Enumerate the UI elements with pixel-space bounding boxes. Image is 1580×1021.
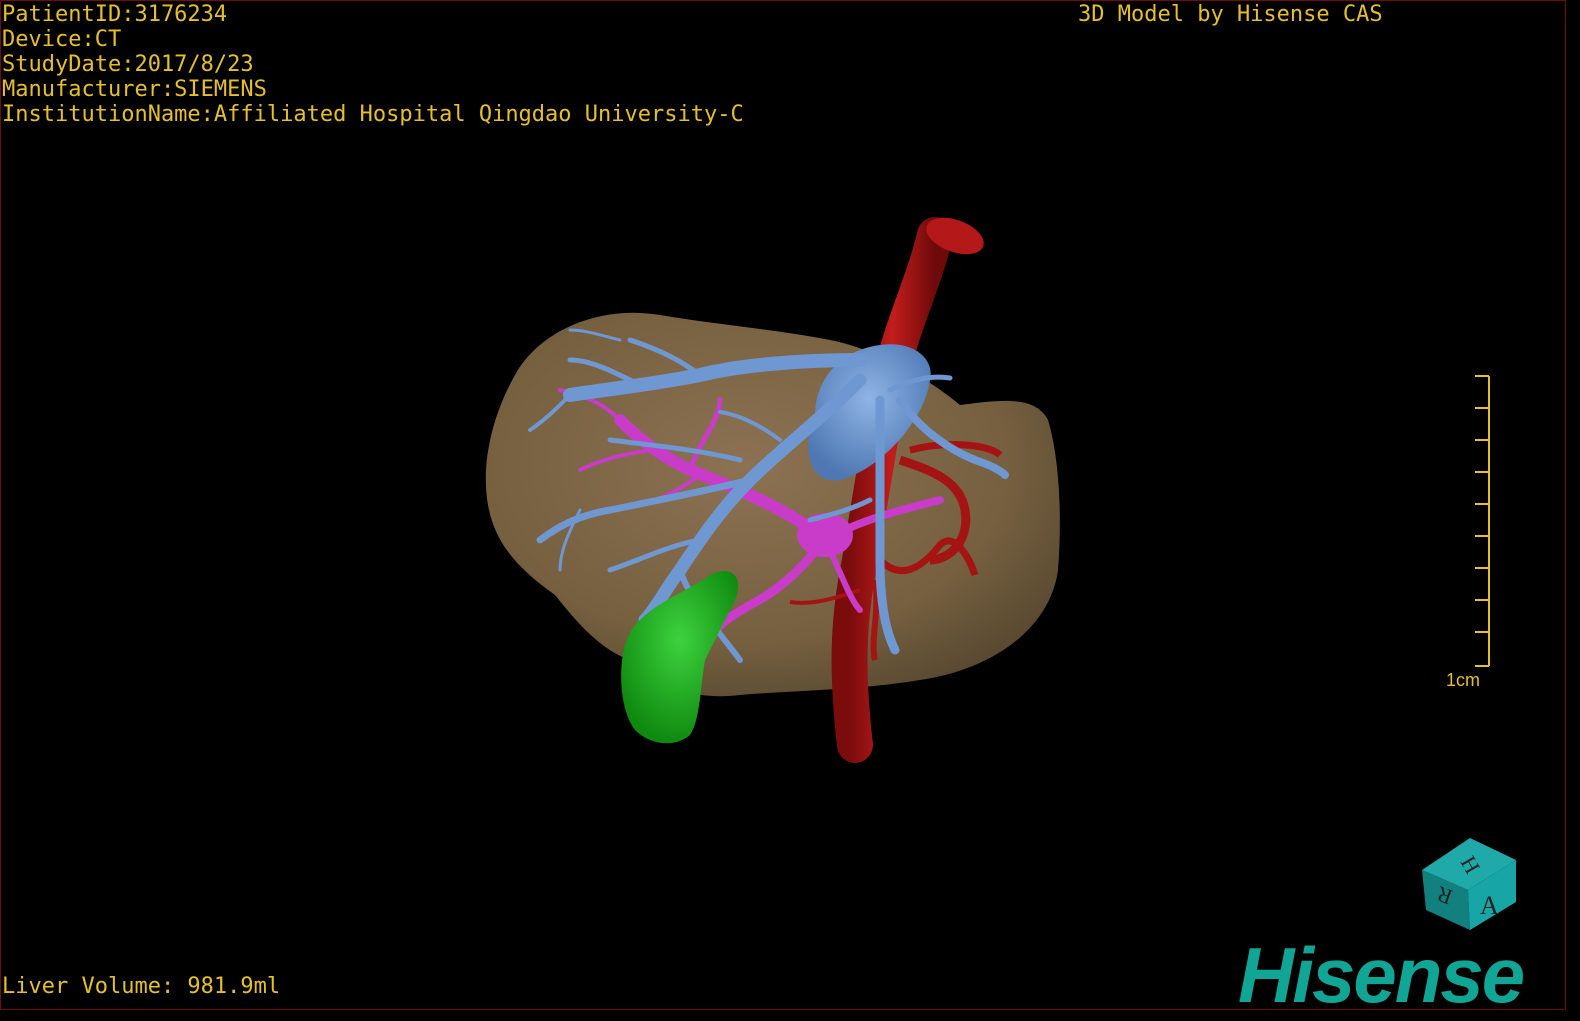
scale-bar-label: 1cm: [1446, 670, 1481, 690]
cube-face-a: A: [1480, 891, 1499, 920]
orientation-cube[interactable]: H R A: [1422, 838, 1516, 930]
hisense-logo: Hisense: [1238, 931, 1525, 1019]
liver-volume-text: Liver Volume: 981.9ml: [2, 974, 281, 999]
scale-bar: [1475, 375, 1490, 667]
3d-liver-model-viewport[interactable]: H R A: [0, 0, 1580, 1020]
